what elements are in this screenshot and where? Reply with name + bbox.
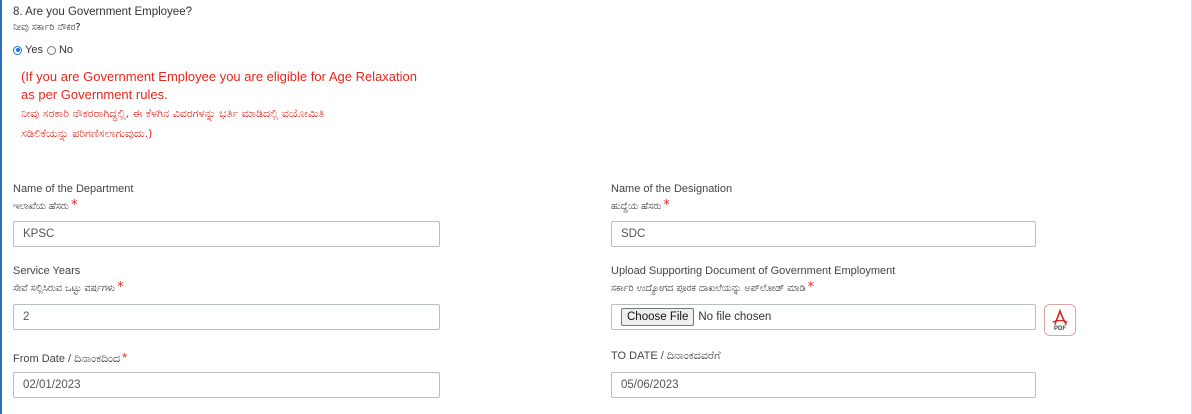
radio-yes[interactable] (13, 45, 22, 55)
notice-line-2: as per Government rules. (21, 87, 168, 102)
notice-line-3: ನೀವು ಸರಕಾರಿ ನೌಕರರಾಗಿದ್ದಲ್ಲಿ, ಈ ಕೆಳಗಿನ ವಿ… (21, 107, 325, 120)
required-marker: * (70, 198, 78, 213)
from-date-label-wrap: From Date / ದಿನಾಂಕದಿಂದ * (13, 350, 127, 366)
designation-input[interactable]: SDC (611, 221, 1036, 247)
from-date-input[interactable]: 02/01/2023 (13, 372, 440, 398)
from-date-value: 02/01/2023 (23, 379, 81, 391)
department-label: Name of the Department (13, 183, 134, 195)
upload-label: Upload Supporting Document of Government… (611, 265, 896, 277)
department-label-kn: ಇಲಾಖೆಯ ಹೆಸರು (13, 201, 69, 212)
upload-label-kn: ಸರ್ಕಾರಿ ಉದ್ಯೋಗದ ಪೂರಕ ದಾಖಲೆಯನ್ನು ಅಪ್‌ಲೋಡ್… (611, 283, 806, 294)
required-marker: * (663, 198, 670, 213)
designation-label: Name of the Designation (611, 183, 733, 195)
question-label: 8. Are you Government Employee? (13, 6, 192, 18)
designation-label-kn-wrap: ಹುದ್ದೆಯ ಹೆಸರು * (611, 198, 670, 213)
notice-line-1: (If you are Government Employee you are … (21, 69, 417, 84)
government-employee-radio-group: Yes No (13, 44, 73, 56)
question-label-kn: ನೀವು ಸರ್ಕಾರಿ ನೌಕರ? (13, 22, 81, 33)
to-date-value: 05/06/2023 (621, 379, 679, 391)
left-border (0, 0, 2, 414)
service-years-label: Service Years (13, 265, 81, 277)
department-input[interactable]: KPSC (13, 221, 440, 247)
file-upload-input[interactable]: Choose File No file chosen (611, 304, 1036, 330)
service-years-value: 2 (23, 311, 30, 323)
radio-no-label[interactable]: No (59, 44, 73, 56)
department-label-kn-wrap: ಇಲಾಖೆಯ ಹೆಸರು * (13, 198, 77, 213)
department-value: KPSC (23, 228, 55, 240)
designation-label-kn: ಹುದ್ದೆಯ ಹೆಸರು (611, 201, 662, 212)
pdf-icon-label: PDF (1054, 326, 1066, 332)
to-date-input[interactable]: 05/06/2023 (611, 372, 1036, 398)
upload-label-kn-wrap: ಸರ್ಕಾರಿ ಉದ್ಯೋಗದ ಪೂರಕ ದಾಖಲೆಯನ್ನು ಅಪ್‌ಲೋಡ್… (611, 280, 814, 295)
required-marker: * (807, 280, 815, 295)
service-years-label-kn-wrap: ಸೇವೆ ಸಲ್ಲಿಸಿರುವ ಒಟ್ಟು ವರ್ಷಗಳು * (13, 280, 124, 295)
from-date-label: From Date / ದಿನಾಂಕದಿಂದ (13, 353, 121, 365)
choose-file-button[interactable]: Choose File (621, 308, 695, 326)
designation-value: SDC (621, 228, 646, 240)
age-relaxation-notice: (If you are Government Employee you are … (21, 68, 471, 144)
service-years-label-kn: ಸೇವೆ ಸಲ್ಲಿಸಿರುವ ಒಟ್ಟು ವರ್ಷಗಳು (13, 283, 116, 294)
service-years-input[interactable]: 2 (13, 304, 440, 330)
required-marker: * (122, 350, 128, 365)
to-date-label: TO DATE / ದಿನಾಂಕದವರೆಗೆ (611, 350, 721, 362)
file-status: No file chosen (698, 311, 772, 323)
radio-no[interactable] (46, 45, 56, 55)
radio-yes-label[interactable]: Yes (25, 44, 43, 56)
notice-line-4: ಸಡಿಲಿಕೆಯನ್ನು ಪರಿಗಣಿಸಲಾಗುವುದು.) (21, 127, 153, 140)
pdf-icon[interactable]: PDF (1044, 304, 1076, 336)
required-marker: * (117, 280, 124, 295)
